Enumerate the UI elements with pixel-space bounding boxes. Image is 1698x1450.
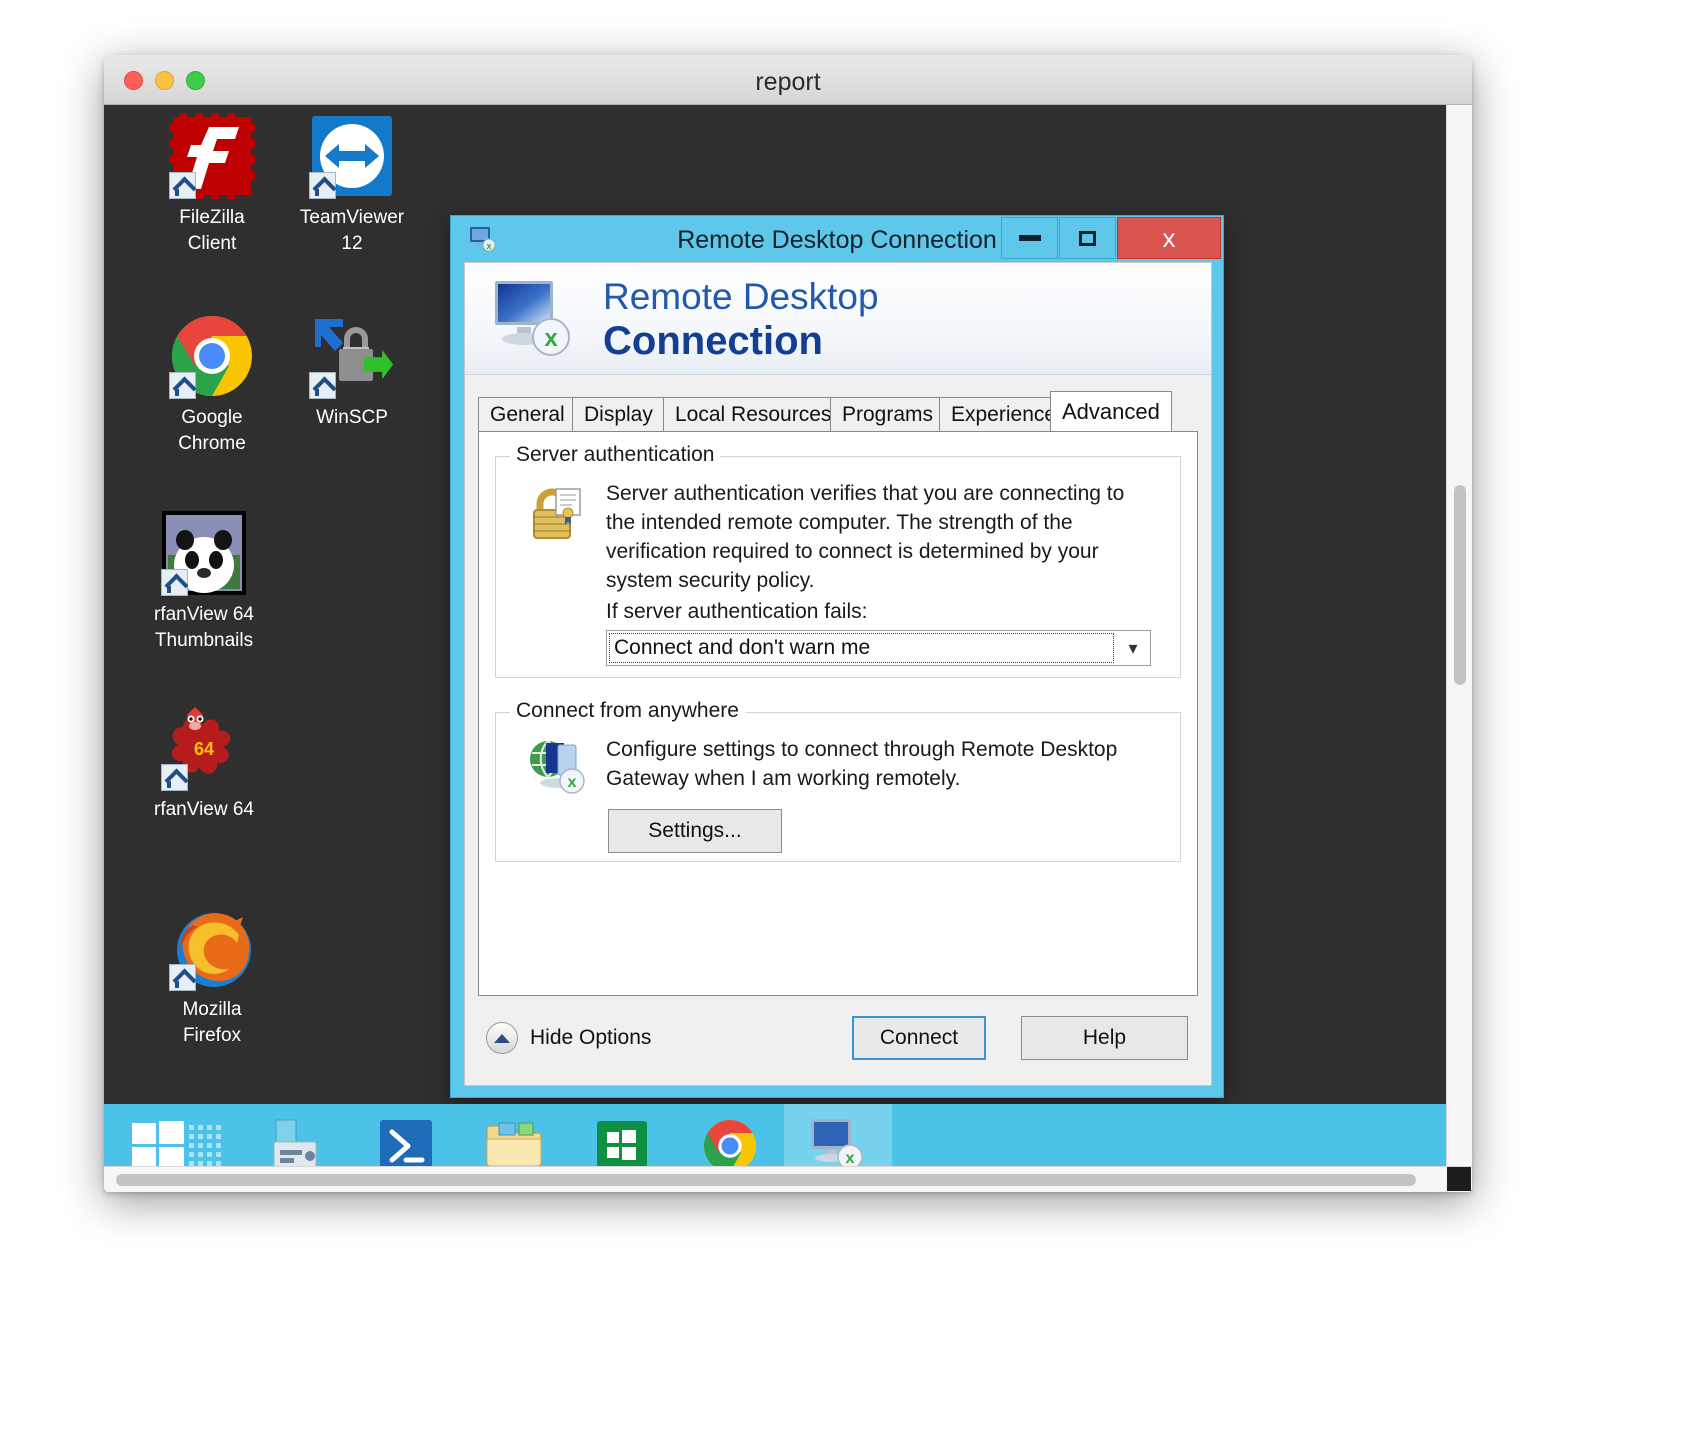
hide-options-label: Hide Options (530, 1026, 652, 1049)
server-authentication-group: Server authentication Server authenticat… (495, 443, 1181, 678)
desktop-icon-label: rfanView 64 (154, 799, 254, 820)
desktop-icon-google-chrome[interactable]: Google Chrome (132, 313, 292, 457)
desktop-icon-label-line2: Client (187, 233, 237, 254)
remote-desktop-screen: FileZilla Client TeamViewer 12 Google Ch… (104, 105, 1472, 1192)
rdc-banner-line1: Remote Desktop (603, 276, 879, 317)
shortcut-overlay-icon (169, 964, 196, 991)
tab-experience[interactable]: Experience (939, 397, 1069, 431)
teamviewer-icon (309, 113, 395, 199)
vertical-scrollbar-thumb[interactable] (1454, 485, 1466, 685)
desktop-icon-label: TeamViewer (299, 207, 405, 228)
desktop-icon-teamviewer[interactable]: TeamViewer 12 (272, 113, 432, 257)
remote-desktop-connection-dialog: x Remote Desktop Connection x x Remote D… (450, 215, 1224, 1098)
chevron-up-icon (486, 1022, 518, 1054)
shortcut-overlay-icon (161, 764, 188, 791)
connect-button[interactable]: Connect (852, 1016, 986, 1060)
shortcut-overlay-icon (161, 569, 188, 596)
desktop-icon-label: Google (181, 407, 243, 428)
certificate-lock-icon (526, 483, 588, 545)
shortcut-overlay-icon (309, 372, 336, 399)
shortcut-overlay-icon (169, 172, 196, 199)
svg-text:x: x (544, 325, 558, 352)
rd-gateway-globe-icon: x (526, 735, 588, 797)
mozilla-firefox-icon (169, 905, 255, 991)
shortcut-overlay-icon (169, 372, 196, 399)
mac-window: report FileZilla Client TeamViewer 12 Go… (104, 55, 1472, 1192)
shortcut-overlay-icon (309, 172, 336, 199)
rdc-tabstrip: General Display Local Resources Programs… (478, 391, 1198, 431)
svg-text:x: x (568, 774, 577, 791)
tab-display[interactable]: Display (572, 397, 665, 431)
mac-window-titlebar: report (104, 55, 1472, 105)
desktop-icon-label-line2: Firefox (182, 1025, 242, 1046)
chevron-down-icon[interactable]: ▾ (1116, 631, 1150, 665)
desktop-icon-label: Mozilla (182, 999, 242, 1020)
desktop-icon-filezilla[interactable]: FileZilla Client (132, 113, 292, 257)
desktop-icon-label: rfanView 64 (154, 604, 254, 625)
connect-from-anywhere-legend: Connect from anywhere (510, 699, 745, 723)
rdc-footer: Hide Options Connect Help (478, 1012, 1198, 1072)
desktop-icon-irfanview[interactable]: 64 rfanView 64 (124, 705, 284, 823)
connect-from-anywhere-description: Configure settings to connect through Re… (606, 738, 1118, 790)
desktop-icon-label: FileZilla (179, 207, 245, 228)
desktop-icon-mozilla-firefox[interactable]: Mozilla Firefox (132, 905, 292, 1049)
hide-options-button[interactable]: Hide Options (486, 1022, 651, 1054)
server-authentication-legend: Server authentication (510, 443, 721, 467)
server-authentication-description: Server authentication verifies that you … (606, 482, 1125, 592)
tab-advanced[interactable]: Advanced (1050, 391, 1172, 431)
rdc-banner-text: Remote Desktop Connection (603, 275, 879, 363)
desktop-icon-label-line2: 12 (341, 233, 363, 254)
rdc-close-button[interactable]: x (1117, 217, 1221, 259)
desktop-icon-winscp[interactable]: WinSCP (272, 313, 432, 431)
desktop-icon-label-line2: Chrome (178, 433, 246, 454)
irfanview-icon: 64 (161, 705, 247, 791)
remote-desktop-large-icon: x (493, 279, 577, 361)
rdc-titlebar[interactable]: x Remote Desktop Connection x (451, 216, 1223, 262)
help-button[interactable]: Help (1021, 1016, 1188, 1060)
server-authentication-prompt: If server authentication fails: (606, 600, 868, 623)
rdc-dialog-body: x Remote Desktop Connection General Disp… (464, 262, 1212, 1086)
vertical-scrollbar[interactable] (1446, 105, 1472, 1192)
desktop-icon-label-line2: Thumbnails (154, 630, 254, 651)
connect-from-anywhere-group: Connect from anywhere x Configure settin… (495, 699, 1181, 862)
authentication-failure-value: Connect and don't warn me (609, 633, 1114, 663)
google-chrome-icon (169, 313, 255, 399)
tab-programs[interactable]: Programs (830, 397, 946, 431)
horizontal-scrollbar[interactable] (104, 1166, 1472, 1192)
rdc-banner: x Remote Desktop Connection (465, 263, 1211, 375)
rdc-banner-line2: Connection (603, 319, 823, 363)
svg-text:64: 64 (194, 739, 214, 759)
gateway-settings-button[interactable]: Settings... (608, 809, 782, 853)
winscp-icon (309, 313, 395, 399)
rdc-maximize-button[interactable] (1059, 217, 1116, 259)
irfanview-thumbnails-icon (161, 510, 247, 596)
desktop-icon-label: WinSCP (316, 407, 388, 428)
tab-general[interactable]: General (478, 397, 577, 431)
horizontal-scrollbar-thumb[interactable] (116, 1174, 1416, 1186)
rdc-minimize-button[interactable] (1001, 217, 1058, 259)
tab-local-resources[interactable]: Local Resources (663, 397, 844, 431)
dots-grid-icon (189, 1124, 223, 1172)
authentication-failure-combo[interactable]: Connect and don't warn me ▾ (606, 630, 1151, 666)
rdc-advanced-panel: Server authentication Server authenticat… (478, 431, 1198, 996)
window-title: report (755, 68, 821, 96)
svg-text:x: x (846, 1150, 855, 1167)
scrollbar-corner (1447, 1167, 1471, 1191)
desktop-icon-irfanview-thumbnails[interactable]: rfanView 64 Thumbnails (124, 510, 284, 654)
filezilla-icon (169, 113, 255, 199)
